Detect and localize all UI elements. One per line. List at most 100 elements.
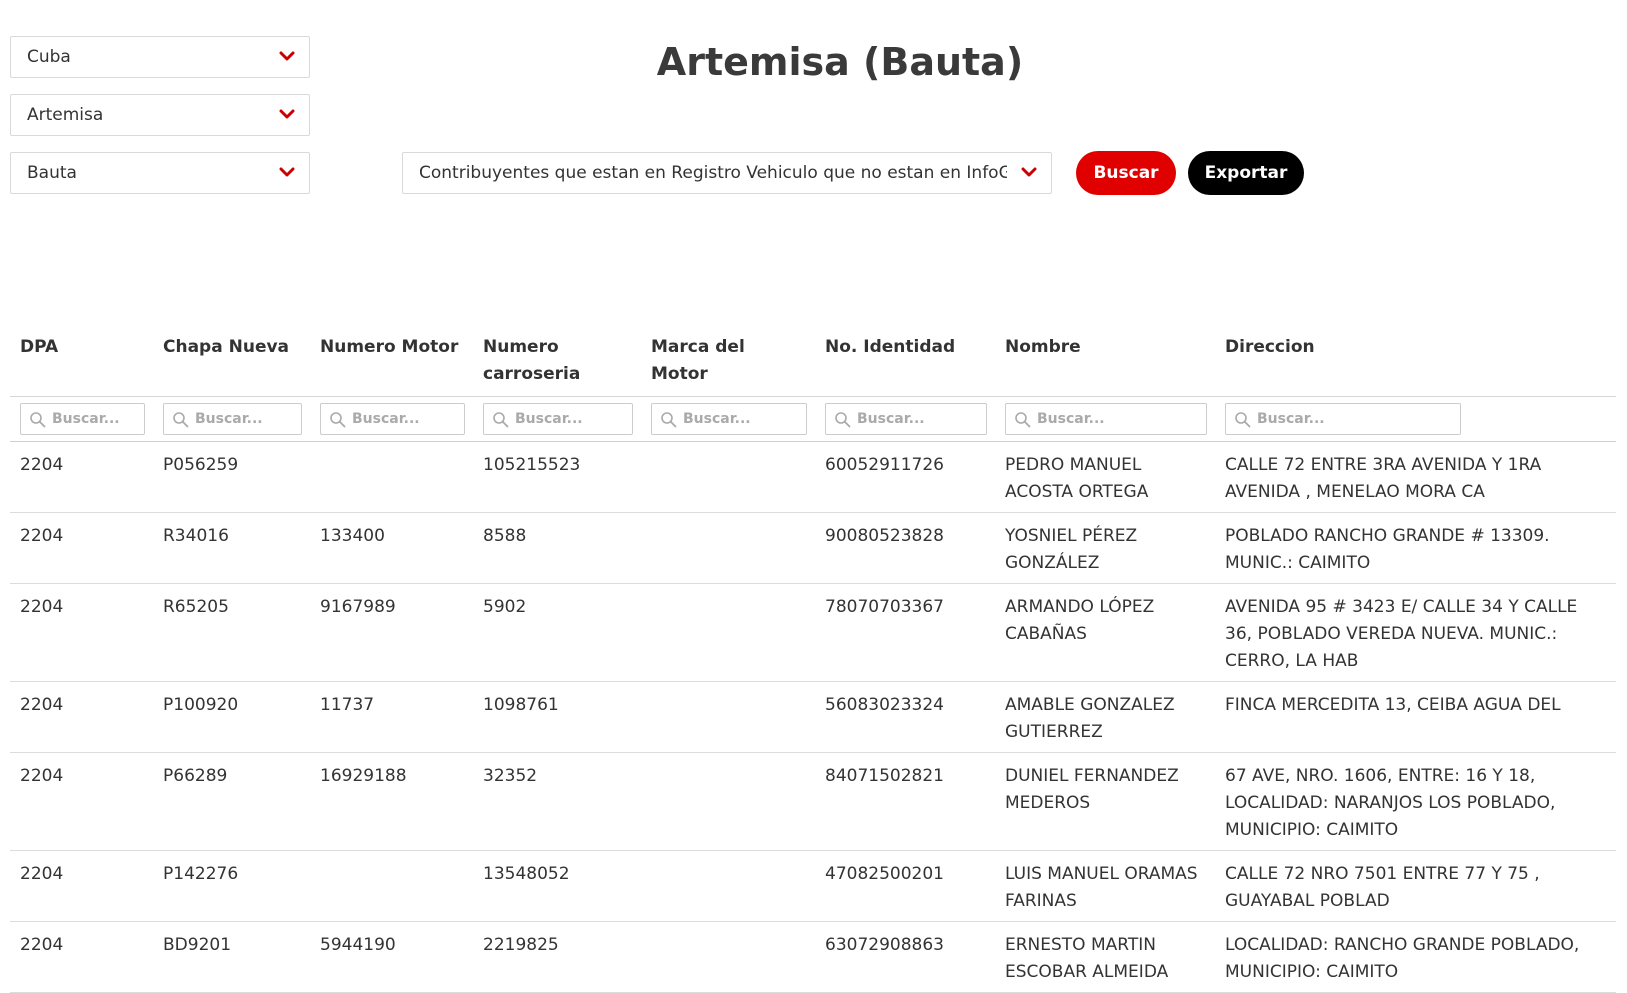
- cell-dpa: 2204: [10, 681, 153, 753]
- column-filter-input[interactable]: Buscar...: [825, 403, 987, 435]
- cell-numero-carroseria: 8588: [473, 512, 641, 584]
- cell-no-identidad: 47082500201: [815, 850, 995, 922]
- cell-numero-carroseria: 105215523: [473, 441, 641, 513]
- cell-direccion: POBLADO RANCHO GRANDE # 13309. MUNIC.: C…: [1215, 512, 1616, 584]
- search-icon: [1015, 411, 1031, 427]
- cell-numero-carroseria: 32352: [473, 752, 641, 851]
- cell-chapa-nueva: BD9201: [153, 921, 310, 993]
- cell-nombre: ERNESTO MARTIN ESCOBAR ALMEIDA: [995, 921, 1215, 993]
- cell-direccion: CALLE 72 ENTRE 3RA AVENIDA Y 1RA AVENIDA…: [1215, 441, 1616, 513]
- cell-dpa: 2204: [10, 752, 153, 851]
- cell-nombre: DUNIEL FERNANDEZ MEDEROS: [995, 752, 1215, 851]
- table-row[interactable]: 2204 P66289 16929188 32352 84071502821 D…: [10, 752, 1616, 851]
- table-row[interactable]: 2204 R65205 9167989 5902 78070703367 ARM…: [10, 583, 1616, 682]
- column-filter-input[interactable]: Buscar...: [20, 403, 145, 435]
- cell-numero-carroseria: 1098761: [473, 681, 641, 753]
- cell-dpa: 2204: [10, 850, 153, 922]
- cell-numero-carroseria: 2219825: [473, 921, 641, 993]
- search-icon: [835, 411, 851, 427]
- search-icon: [330, 411, 346, 427]
- cell-nombre: LUIS MANUEL ORAMAS FARINAS: [995, 850, 1215, 922]
- cell-no-identidad: 84071502821: [815, 752, 995, 851]
- cell-marca-motor: [641, 752, 815, 851]
- chevron-down-icon: [279, 109, 295, 119]
- cell-numero-carroseria: 13548052: [473, 850, 641, 922]
- filter-placeholder: Buscar...: [352, 411, 420, 427]
- cell-direccion: FINCA MERCEDITA 13, CEIBA AGUA DEL: [1215, 681, 1616, 753]
- cell-nombre: AMABLE GONZALEZ GUTIERREZ: [995, 681, 1215, 753]
- municipality-select[interactable]: Bauta: [10, 152, 310, 194]
- cell-direccion: AVENIDA 95 # 3423 E/ CALLE 34 Y CALLE 36…: [1215, 583, 1616, 682]
- cell-numero-carroseria: 5902: [473, 583, 641, 682]
- chevron-down-icon: [279, 167, 295, 177]
- column-header[interactable]: DPA: [10, 322, 153, 397]
- filter-placeholder: Buscar...: [195, 411, 263, 427]
- table-row[interactable]: 2204 P142276 13548052 47082500201 LUIS M…: [10, 850, 1616, 922]
- column-header[interactable]: Numero Motor: [310, 322, 473, 397]
- cell-marca-motor: [641, 681, 815, 753]
- cell-dpa: 2204: [10, 512, 153, 584]
- page-title: Artemisa (Bauta): [656, 40, 1024, 84]
- cell-no-identidad: 78070703367: [815, 583, 995, 682]
- filter-placeholder: Buscar...: [515, 411, 583, 427]
- table-header-row: DPA Chapa Nueva Numero Motor Numero carr…: [10, 322, 1616, 397]
- report-select[interactable]: Contribuyentes que estan en Registro Veh…: [402, 152, 1052, 194]
- province-select[interactable]: Artemisa: [10, 94, 310, 136]
- search-icon: [30, 411, 46, 427]
- table-row[interactable]: 2204 P100920 11737 1098761 56083023324 A…: [10, 681, 1616, 753]
- cell-chapa-nueva: P100920: [153, 681, 310, 753]
- filter-placeholder: Buscar...: [52, 411, 120, 427]
- column-header[interactable]: Chapa Nueva: [153, 322, 310, 397]
- cell-dpa: 2204: [10, 921, 153, 993]
- search-icon: [173, 411, 189, 427]
- cell-no-identidad: 60052911726: [815, 441, 995, 513]
- column-filter-input[interactable]: Buscar...: [320, 403, 465, 435]
- filter-placeholder: Buscar...: [683, 411, 751, 427]
- filter-placeholder: Buscar...: [1037, 411, 1105, 427]
- cell-chapa-nueva: P142276: [153, 850, 310, 922]
- cell-direccion: LOCALIDAD: RANCHO GRANDE POBLADO, MUNICI…: [1215, 921, 1616, 993]
- filter-placeholder: Buscar...: [1257, 411, 1325, 427]
- cell-nombre: PEDRO MANUEL ACOSTA ORTEGA: [995, 441, 1215, 513]
- column-header[interactable]: Nombre: [995, 322, 1215, 397]
- cell-marca-motor: [641, 850, 815, 922]
- results-table: DPA Chapa Nueva Numero Motor Numero carr…: [10, 322, 1616, 993]
- table-row[interactable]: 2204 P056259 105215523 60052911726 PEDRO…: [10, 441, 1616, 513]
- column-header[interactable]: No. Identidad: [815, 322, 995, 397]
- cell-marca-motor: [641, 921, 815, 993]
- cell-marca-motor: [641, 583, 815, 682]
- column-filter-input[interactable]: Buscar...: [483, 403, 633, 435]
- column-header[interactable]: Direccion: [1215, 322, 1616, 397]
- province-select-value: Artemisa: [27, 105, 104, 125]
- column-filter-input[interactable]: Buscar...: [1225, 403, 1461, 435]
- cell-numero-motor: [310, 850, 473, 922]
- search-icon: [493, 411, 509, 427]
- search-button[interactable]: Buscar: [1076, 151, 1176, 195]
- cell-marca-motor: [641, 512, 815, 584]
- column-filter-row: Buscar... Buscar... Buscar... Buscar... …: [10, 396, 1616, 442]
- table-row[interactable]: 2204 R34016 133400 8588 90080523828 YOSN…: [10, 512, 1616, 584]
- cell-dpa: 2204: [10, 441, 153, 513]
- search-icon: [661, 411, 677, 427]
- column-filter-input[interactable]: Buscar...: [651, 403, 807, 435]
- municipality-select-value: Bauta: [27, 163, 77, 183]
- cell-no-identidad: 90080523828: [815, 512, 995, 584]
- column-filter-input[interactable]: Buscar...: [1005, 403, 1207, 435]
- column-header[interactable]: Marca del Motor: [641, 322, 815, 397]
- report-select-value: Contribuyentes que estan en Registro Veh…: [419, 163, 1007, 183]
- cell-chapa-nueva: R34016: [153, 512, 310, 584]
- cell-chapa-nueva: P66289: [153, 752, 310, 851]
- cell-chapa-nueva: P056259: [153, 441, 310, 513]
- cell-numero-motor: 16929188: [310, 752, 473, 851]
- chevron-down-icon: [1021, 167, 1037, 177]
- search-icon: [1235, 411, 1251, 427]
- table-row[interactable]: 2204 BD9201 5944190 2219825 63072908863 …: [10, 921, 1616, 993]
- cell-nombre: YOSNIEL PÉREZ GONZÁLEZ: [995, 512, 1215, 584]
- column-header[interactable]: Numero carroseria: [473, 322, 641, 397]
- column-filter-input[interactable]: Buscar...: [163, 403, 302, 435]
- cell-numero-motor: 133400: [310, 512, 473, 584]
- cell-direccion: 67 AVE, NRO. 1606, ENTRE: 16 Y 18, LOCAL…: [1215, 752, 1616, 851]
- export-button[interactable]: Exportar: [1188, 151, 1304, 195]
- cell-chapa-nueva: R65205: [153, 583, 310, 682]
- cell-marca-motor: [641, 441, 815, 513]
